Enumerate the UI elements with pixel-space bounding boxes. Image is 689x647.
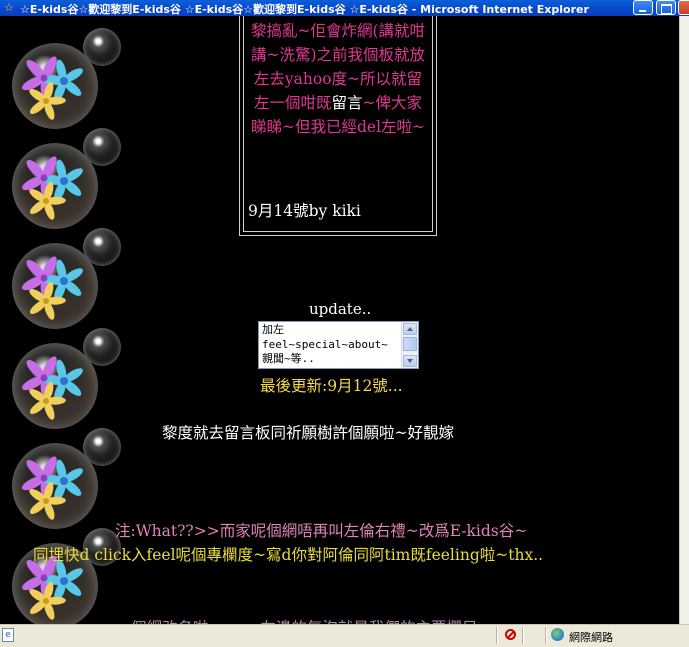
scroll-down-icon[interactable]	[403, 355, 417, 367]
status-bar: e 網際網路	[0, 624, 689, 647]
page-icon: e	[2, 628, 14, 642]
rename-notice: 注:What??>>而家呢個網唔再叫左倫右禮~改爲E-kids谷~	[115, 522, 528, 540]
scroll-up-icon[interactable]	[403, 323, 417, 335]
message-text: 黎搞亂~佢會炸網(講就咁講~洗驚)之前我個板就放左去yahoo度~所以就留左一個…	[248, 19, 428, 139]
page-content: 黎搞亂~佢會炸網(講就咁講~洗驚)之前我個板就放左去yahoo度~所以就留左一個…	[0, 16, 679, 624]
close-button[interactable]	[678, 0, 689, 15]
globe-icon	[551, 628, 564, 641]
update-label: update..	[309, 300, 372, 318]
page-scrollbar[interactable]	[679, 16, 689, 624]
feel-column-notice: 同埋快d click入feel呢個專欄度~寫d你對阿倫同阿tim既feeling…	[33, 546, 544, 564]
mini-bubble	[83, 428, 121, 466]
listbox-scrollbar[interactable]	[401, 322, 418, 368]
wish-notice: 黎度就去留言板同祈願樹許個願啦~好靚嫁	[162, 424, 454, 442]
update-list-items: 加左 feel~special~about~ 親聞~等..	[262, 323, 388, 367]
mini-bubble	[83, 228, 121, 266]
message-box: 黎搞亂~佢會炸網(講就咁講~洗驚)之前我個板就放左去yahoo度~所以就留左一個…	[239, 16, 437, 236]
bubble-notice: ~個網改名啦~~~~左邊的氣泡就是我們的主要欄目~	[118, 616, 490, 624]
title-bar[interactable]: ☆ ☆E-kids谷☆歡迎黎到E-kids谷 ☆E-kids谷☆歡迎黎到E-ki…	[0, 0, 689, 16]
mini-bubble	[83, 28, 121, 66]
guestbook-link[interactable]: 留言	[332, 94, 363, 112]
mini-bubble	[83, 328, 121, 366]
update-list-item[interactable]: feel~special~about~	[262, 338, 388, 353]
update-listbox[interactable]: 加左 feel~special~about~ 親聞~等..	[258, 321, 419, 369]
app-icon: ☆	[4, 1, 14, 14]
status-divider	[496, 627, 497, 644]
minimize-button[interactable]	[633, 0, 653, 15]
update-list-item[interactable]: 親聞~等..	[262, 352, 388, 367]
security-zone: 網際網路	[569, 631, 613, 644]
status-divider	[545, 627, 546, 644]
message-box-inner-border: 黎搞亂~佢會炸網(講就咁講~洗驚)之前我個板就放左去yahoo度~所以就留左一個…	[243, 16, 433, 232]
maximize-button[interactable]	[656, 0, 676, 15]
mini-bubble	[83, 128, 121, 166]
scroll-thumb[interactable]	[403, 337, 417, 351]
message-signature: 9月14號by kiki	[248, 202, 361, 220]
status-divider	[522, 627, 523, 644]
window-title: ☆E-kids谷☆歡迎黎到E-kids谷 ☆E-kids谷☆歡迎黎到E-kids…	[20, 3, 589, 16]
update-list-item[interactable]: 加左	[262, 323, 388, 338]
blocked-icon[interactable]	[505, 629, 516, 640]
last-update-text: 最後更新:9月12號...	[260, 377, 403, 395]
